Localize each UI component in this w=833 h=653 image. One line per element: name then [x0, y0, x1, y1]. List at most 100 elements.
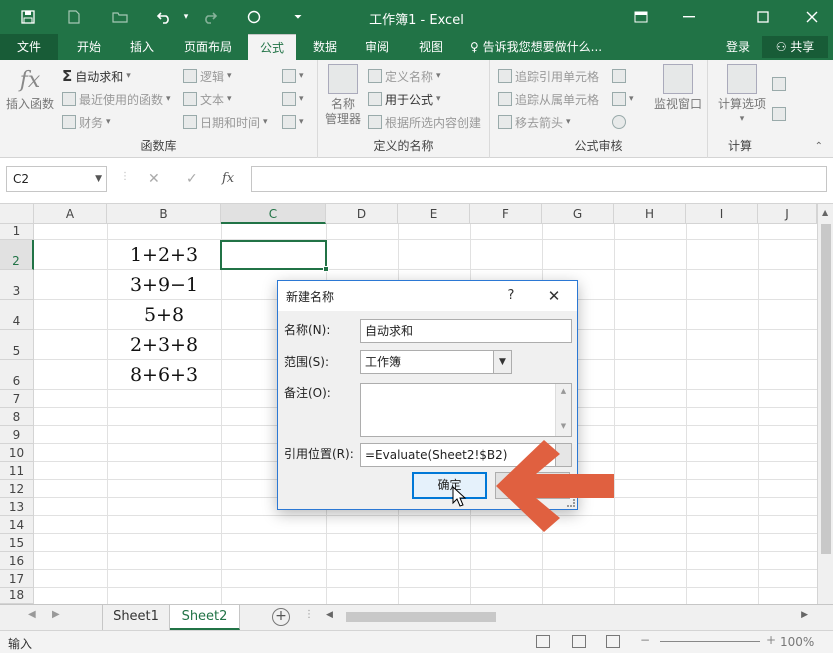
row-header[interactable]: 14 [0, 516, 34, 534]
row-header[interactable]: 10 [0, 444, 34, 462]
formula-input[interactable] [251, 166, 827, 192]
more-functions-button[interactable]: ▾ [282, 112, 304, 132]
tab-home[interactable]: 开始 [64, 34, 114, 60]
recent-functions-button[interactable]: 最近使用的函数 ▾ [62, 89, 171, 109]
tab-formulas[interactable]: 公式 [248, 34, 296, 60]
column-header[interactable]: B [107, 204, 221, 224]
tell-me-search[interactable]: ♀ 告诉我您想要做什么... [470, 34, 602, 60]
select-all-corner[interactable] [0, 204, 34, 224]
tab-page-layout[interactable]: 页面布局 [172, 34, 244, 60]
cell-B5[interactable]: 2+3+8 [107, 334, 221, 356]
calc-sheet-button[interactable] [772, 104, 786, 124]
tab-insert[interactable]: 插入 [118, 34, 166, 60]
ok-button[interactable]: 确定 [412, 472, 487, 499]
zoom-out-icon[interactable]: − [640, 633, 650, 647]
create-from-selection-button[interactable]: 根据所选内容创建 [368, 112, 481, 132]
row-header[interactable]: 7 [0, 390, 34, 408]
watch-window-button[interactable]: 监视窗口 [650, 64, 706, 112]
vertical-scroll-thumb[interactable] [821, 224, 831, 554]
cell-B2[interactable]: 1+2+3 [107, 244, 221, 266]
autosum-button[interactable]: Σ 自动求和 ▾ [62, 66, 131, 86]
name-box[interactable]: C2 ▼ [6, 166, 107, 192]
scroll-up-icon[interactable]: ▲ [556, 387, 571, 395]
selected-cell-C2[interactable] [220, 240, 327, 270]
help-button[interactable]: ? [500, 285, 522, 307]
fx-icon[interactable]: fx [222, 171, 234, 186]
row-header[interactable]: 6 [0, 360, 34, 390]
minimize-icon[interactable] [668, 0, 710, 34]
add-sheet-icon[interactable]: + [272, 608, 290, 626]
datetime-button[interactable]: 日期和时间 ▾ [183, 112, 268, 132]
row-header[interactable]: 13 [0, 498, 34, 516]
remove-arrows-button[interactable]: 移去箭头 ▾ [498, 112, 571, 132]
page-break-view-icon[interactable] [606, 635, 620, 648]
text-button[interactable]: 文本 ▾ [183, 89, 232, 109]
chevron-down-icon[interactable]: ▼ [95, 167, 102, 191]
trace-precedents-button[interactable]: 追踪引用单元格 [498, 66, 599, 86]
comment-textarea[interactable]: ▲ ▼ [360, 383, 572, 437]
maximize-icon[interactable] [742, 0, 784, 34]
tab-review[interactable]: 审阅 [354, 34, 400, 60]
financial-button[interactable]: 财务 ▾ [62, 112, 111, 132]
column-header[interactable]: J [758, 204, 817, 224]
share-button[interactable]: ⚇ 共享 [762, 36, 828, 58]
name-manager-button[interactable]: 名称 管理器 [320, 64, 366, 127]
scope-select[interactable]: 工作簿 ▼ [360, 350, 512, 374]
sheet-tab-active[interactable]: Sheet2 [170, 605, 240, 630]
calc-options-button[interactable]: 计算选项 ▾ [712, 64, 772, 127]
column-header[interactable]: H [614, 204, 686, 224]
row-header[interactable]: 4 [0, 300, 34, 330]
row-header[interactable]: 9 [0, 426, 34, 444]
row-header[interactable]: 5 [0, 330, 34, 360]
math-button[interactable]: ▾ [282, 89, 304, 109]
ribbon-display-icon[interactable] [620, 0, 662, 34]
next-sheet-icon[interactable]: ▶ [52, 609, 60, 620]
cell-B3[interactable]: 3+9−1 [107, 274, 221, 296]
tab-view[interactable]: 视图 [408, 34, 454, 60]
column-header[interactable]: E [398, 204, 470, 224]
trace-dependents-button[interactable]: 追踪从属单元格 [498, 89, 599, 109]
page-layout-view-icon[interactable] [572, 635, 586, 648]
horizontal-scroll-thumb[interactable] [346, 612, 496, 622]
scroll-left-icon[interactable]: ◀ [326, 610, 333, 620]
column-header[interactable]: D [326, 204, 398, 224]
column-header[interactable]: C [221, 204, 326, 224]
dialog-close-icon[interactable]: ✕ [540, 285, 568, 307]
row-header[interactable]: 12 [0, 480, 34, 498]
row-header[interactable]: 15 [0, 534, 34, 552]
normal-view-icon[interactable] [536, 635, 550, 648]
show-formulas-button[interactable] [612, 66, 626, 86]
logical-button[interactable]: 逻辑 ▾ [183, 66, 232, 86]
zoom-in-icon[interactable]: + [766, 633, 776, 647]
use-in-formula-button[interactable]: 用于公式 ▾ [368, 89, 441, 109]
row-header[interactable]: 18 [0, 588, 34, 604]
row-header[interactable]: 8 [0, 408, 34, 426]
column-header[interactable]: G [542, 204, 614, 224]
zoom-slider[interactable] [660, 641, 760, 642]
row-header[interactable]: 3 [0, 270, 34, 300]
row-header[interactable]: 11 [0, 462, 34, 480]
zoom-level[interactable]: 100% [780, 635, 814, 649]
fill-handle[interactable] [323, 266, 329, 272]
close-icon[interactable] [791, 0, 833, 34]
cell-B6[interactable]: 8+6+3 [107, 364, 221, 386]
prev-sheet-icon[interactable]: ◀ [28, 609, 36, 620]
row-header[interactable]: 17 [0, 570, 34, 588]
vertical-scrollbar[interactable]: ▲ [817, 204, 833, 604]
cancel-icon[interactable]: ✕ [148, 171, 160, 187]
lookup-button[interactable]: ▾ [282, 66, 304, 86]
horizontal-scrollbar[interactable]: ◀ ▶ [322, 609, 810, 625]
name-field[interactable]: 自动求和 [360, 319, 572, 343]
column-header[interactable]: F [470, 204, 542, 224]
sheet-tab[interactable]: Sheet1 [102, 605, 170, 630]
row-header[interactable]: 1 [0, 224, 34, 240]
define-name-button[interactable]: 定义名称 ▾ [368, 66, 441, 86]
column-header[interactable]: I [686, 204, 758, 224]
scroll-up-icon[interactable]: ▲ [822, 208, 828, 217]
confirm-icon[interactable]: ✓ [186, 171, 198, 187]
comment-scrollbar[interactable]: ▲ ▼ [555, 384, 571, 436]
insert-function-button[interactable]: fx 插入函数 [4, 64, 56, 112]
chevron-down-icon[interactable]: ▼ [493, 351, 511, 373]
scroll-right-icon[interactable]: ▶ [801, 610, 808, 620]
login-link[interactable]: 登录 [726, 34, 750, 60]
